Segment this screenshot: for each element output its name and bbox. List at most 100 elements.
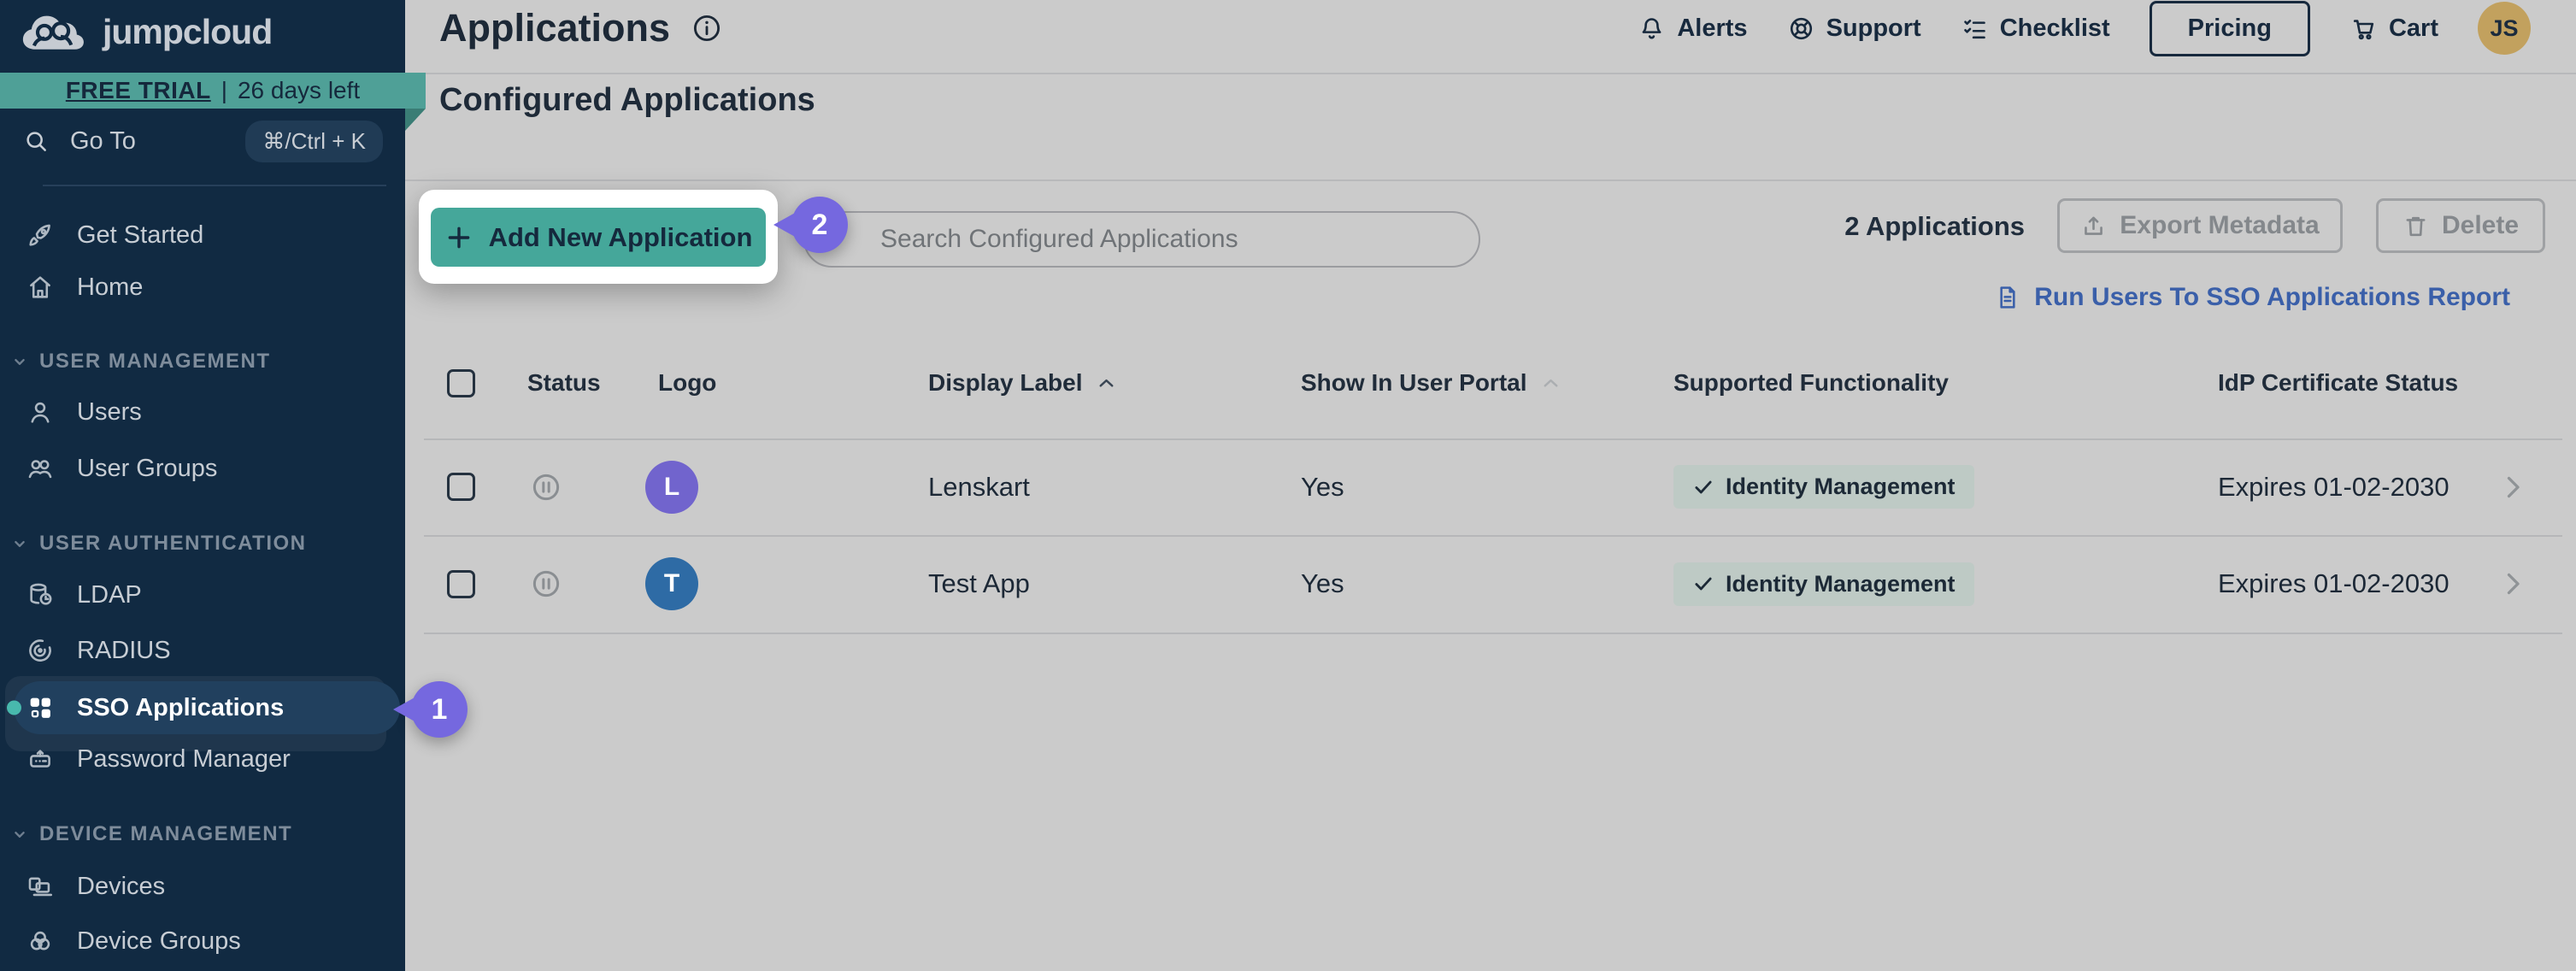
search-icon — [22, 127, 50, 155]
functionality-badge: Identity Management — [1673, 465, 1974, 509]
row-chevron-right-icon[interactable] — [2497, 440, 2528, 533]
bell-icon — [1638, 15, 1666, 43]
check-icon — [1692, 476, 1714, 498]
device-groups-icon — [26, 927, 55, 956]
sidebar-item-home[interactable]: Home — [0, 261, 405, 314]
support-label: Support — [1826, 15, 1921, 43]
chevron-down-icon — [10, 352, 29, 371]
column-header-status[interactable]: Status — [527, 359, 601, 407]
checklist-icon — [1961, 15, 1989, 43]
add-new-application-button[interactable]: Add New Application — [431, 208, 766, 267]
row-checkbox[interactable] — [447, 473, 475, 501]
applications-count: 2 Applications — [1844, 199, 2025, 254]
sidebar-section-user-authentication[interactable]: USER AUTHENTICATION — [0, 523, 405, 564]
table-row[interactable]: T Test App Yes Identity Management Expir… — [405, 537, 2576, 631]
row-chevron-right-icon[interactable] — [2497, 537, 2528, 631]
sidebar-item-label: Get Started — [77, 221, 203, 250]
user-icon — [26, 397, 55, 427]
column-header-logo[interactable]: Logo — [658, 359, 716, 407]
idp-certificate-status: Expires 01-02-2030 — [2218, 537, 2450, 631]
run-report-label: Run Users To SSO Applications Report — [2034, 283, 2510, 312]
column-header-show-in-user-portal[interactable]: Show In User Portal — [1301, 359, 1562, 407]
sso-grid-icon — [26, 693, 55, 722]
add-new-application-label: Add New Application — [489, 222, 753, 253]
free-trial-banner[interactable]: FREE TRIAL | 26 days left — [0, 73, 426, 109]
main-content: Applications Alerts — [405, 0, 2576, 971]
sidebar: jumpcloud FREE TRIAL | 26 days left Go T… — [0, 0, 405, 971]
tutorial-step-2-badge: 2 — [791, 197, 848, 253]
sidebar-item-ldap[interactable]: LDAP — [0, 568, 405, 621]
goto-label: Go To — [70, 127, 136, 156]
support-button[interactable]: Support — [1787, 15, 1921, 43]
show-in-portal-value: Yes — [1301, 440, 1344, 533]
checklist-button[interactable]: Checklist — [1961, 15, 2110, 43]
select-all-checkbox[interactable] — [447, 369, 475, 397]
export-metadata-label: Export Metadata — [2120, 211, 2319, 240]
chevron-down-icon — [10, 534, 29, 553]
delete-button[interactable]: Delete — [2376, 198, 2545, 253]
column-header-supported-functionality[interactable]: Supported Functionality — [1673, 359, 1949, 407]
sidebar-item-devices[interactable]: Devices — [0, 860, 405, 913]
sidebar-item-password-manager[interactable]: Password Manager — [0, 733, 405, 786]
show-in-portal-value: Yes — [1301, 537, 1344, 631]
sort-asc-icon — [1095, 372, 1118, 395]
goto-search[interactable]: Go To ⌘/Ctrl + K — [0, 115, 405, 167]
sidebar-item-label: User Groups — [77, 455, 217, 483]
sidebar-item-sso-applications[interactable]: SSO Applications — [0, 681, 405, 734]
page-title: Applications — [439, 6, 670, 50]
sidebar-item-device-groups[interactable]: Device Groups — [0, 915, 405, 968]
goto-shortcut-chip: ⌘/Ctrl + K — [245, 121, 383, 162]
app-display-label[interactable]: Test App — [928, 537, 1030, 631]
sidebar-item-label: Password Manager — [77, 745, 291, 774]
section-title: Configured Applications — [439, 82, 815, 119]
alerts-button[interactable]: Alerts — [1638, 15, 1747, 43]
password-manager-icon — [26, 744, 55, 774]
row-checkbox[interactable] — [447, 570, 475, 598]
column-header-display-label[interactable]: Display Label — [928, 359, 1118, 407]
sidebar-item-get-started[interactable]: Get Started — [0, 209, 405, 262]
export-metadata-button[interactable]: Export Metadata — [2057, 198, 2343, 253]
search-input[interactable] — [803, 211, 1480, 268]
delete-label: Delete — [2442, 211, 2519, 240]
pricing-button[interactable]: Pricing — [2150, 1, 2310, 56]
sidebar-item-label: RADIUS — [77, 637, 171, 665]
jumpcloud-wordmark: jumpcloud — [103, 12, 272, 52]
jumpcloud-cloud-icon — [19, 9, 92, 54]
home-icon — [26, 273, 55, 302]
user-avatar[interactable]: JS — [2478, 2, 2531, 55]
pricing-label: Pricing — [2188, 15, 2272, 43]
functionality-badge: Identity Management — [1673, 562, 1974, 606]
tutorial-spotlight: Add New Application — [419, 190, 778, 284]
ldap-database-icon — [26, 580, 55, 609]
jumpcloud-logo[interactable]: jumpcloud — [19, 7, 272, 56]
cart-button[interactable]: Cart — [2350, 15, 2438, 43]
sidebar-item-user-groups[interactable]: User Groups — [0, 442, 405, 495]
life-ring-icon — [1787, 15, 1815, 43]
sidebar-item-label: Devices — [77, 873, 165, 901]
active-item-dot — [7, 701, 21, 715]
checklist-label: Checklist — [2000, 15, 2110, 43]
sidebar-section-user-management[interactable]: USER MANAGEMENT — [0, 341, 405, 382]
sidebar-item-label: SSO Applications — [77, 694, 284, 722]
sidebar-divider — [43, 185, 386, 186]
sidebar-item-radius[interactable]: RADIUS — [0, 624, 405, 677]
trash-icon — [2403, 213, 2429, 239]
cart-label: Cart — [2389, 15, 2438, 43]
table-row[interactable]: L Lenskart Yes Identity Management Expir… — [405, 440, 2576, 533]
sidebar-item-label: Device Groups — [77, 927, 241, 956]
sidebar-section-device-management[interactable]: DEVICE MANAGEMENT — [0, 814, 405, 855]
column-header-idp-certificate-status[interactable]: IdP Certificate Status — [2218, 359, 2458, 407]
sidebar-item-users[interactable]: Users — [0, 385, 405, 438]
app-display-label[interactable]: Lenskart — [928, 440, 1030, 533]
section-divider — [405, 179, 2576, 181]
free-trial-separator: | — [221, 77, 227, 104]
status-paused-icon — [530, 537, 562, 631]
run-report-link[interactable]: Run Users To SSO Applications Report — [1994, 274, 2510, 321]
free-trial-label[interactable]: FREE TRIAL — [66, 77, 211, 104]
plus-icon — [444, 223, 473, 252]
sidebar-item-label: Home — [77, 274, 143, 302]
info-icon[interactable] — [691, 12, 723, 44]
sidebar-item-label: Users — [77, 398, 142, 427]
app-logo: T — [645, 557, 698, 610]
export-upload-icon — [2080, 213, 2107, 239]
